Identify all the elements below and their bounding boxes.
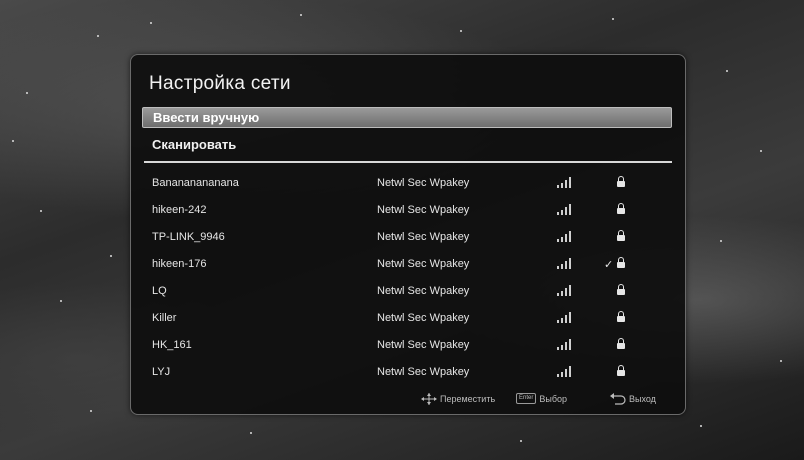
star	[250, 432, 252, 434]
star	[760, 150, 762, 152]
network-name: Killer	[152, 312, 177, 324]
network-name: LQ	[152, 285, 167, 297]
signal-icon	[557, 230, 577, 242]
network-settings-dialog: Настройка сети Ввести вручную Сканироват…	[130, 54, 686, 415]
network-name: HK_161	[152, 339, 192, 351]
star	[780, 360, 782, 362]
network-row[interactable]: Killer Netwl Sec Wpakey	[142, 306, 672, 332]
network-security: Netwl Sec Wpakey	[377, 366, 470, 378]
star	[460, 30, 462, 32]
star	[40, 210, 42, 212]
lock-icon	[617, 203, 625, 214]
network-row[interactable]: HK_161 Netwl Sec Wpakey	[142, 333, 672, 359]
network-security: Netwl Sec Wpakey	[377, 177, 470, 189]
manual-entry-option[interactable]: Ввести вручную	[142, 107, 672, 128]
network-security: Netwl Sec Wpakey	[377, 204, 470, 216]
star	[150, 22, 152, 24]
network-row[interactable]: Banananananana Netwl Sec Wpakey	[142, 171, 672, 197]
network-name: hikeen-242	[152, 204, 207, 216]
star	[520, 440, 522, 442]
network-security: Netwl Sec Wpakey	[377, 312, 470, 324]
lock-icon	[617, 230, 625, 241]
signal-icon	[557, 284, 577, 296]
back-arrow-icon	[610, 393, 626, 405]
star	[700, 425, 702, 427]
signal-icon	[557, 257, 577, 269]
connected-check-icon: ✓	[604, 259, 614, 271]
exit-hint[interactable]: Выход	[608, 393, 656, 405]
select-hint-label: Выбор	[539, 393, 567, 404]
star	[26, 92, 28, 94]
move-arrows-icon	[421, 393, 437, 405]
network-name: Banananananana	[152, 177, 239, 189]
lock-icon	[617, 338, 625, 349]
lock-icon	[617, 365, 625, 376]
lock-icon	[617, 284, 625, 295]
lock-icon	[617, 176, 625, 187]
signal-icon	[557, 203, 577, 215]
network-security: Netwl Sec Wpakey	[377, 339, 470, 351]
network-security: Netwl Sec Wpakey	[377, 285, 470, 297]
move-hint: Переместить	[421, 393, 495, 405]
signal-icon	[557, 365, 577, 377]
star	[726, 70, 728, 72]
lock-icon	[617, 311, 625, 322]
network-name: hikeen-176	[152, 258, 207, 270]
select-hint: Enter Выбор	[516, 393, 567, 404]
dialog-title: Настройка сети	[149, 73, 291, 94]
star	[110, 255, 112, 257]
exit-hint-label: Выход	[629, 394, 656, 404]
network-row[interactable]: hikeen-242 Netwl Sec Wpakey	[142, 198, 672, 224]
network-name: LYJ	[152, 366, 171, 378]
network-row[interactable]: TP-LINK_9946 Netwl Sec Wpakey	[142, 225, 672, 251]
move-hint-label: Переместить	[440, 394, 496, 404]
star	[12, 140, 14, 142]
enter-key-icon: Enter	[516, 393, 537, 404]
signal-icon	[557, 176, 577, 188]
footer-hints: Переместить Enter Выбор Выход	[131, 390, 685, 408]
network-row[interactable]: hikeen-176 Netwl Sec Wpakey ✓	[142, 252, 672, 278]
scan-option[interactable]: Сканировать	[142, 134, 672, 155]
star	[97, 35, 99, 37]
signal-icon	[557, 311, 577, 323]
network-security: Netwl Sec Wpakey	[377, 231, 470, 243]
signal-icon	[557, 338, 577, 350]
star	[612, 18, 614, 20]
star	[90, 410, 92, 412]
network-security: Netwl Sec Wpakey	[377, 258, 470, 270]
star	[720, 240, 722, 242]
star	[300, 14, 302, 16]
network-row[interactable]: LQ Netwl Sec Wpakey	[142, 279, 672, 305]
divider	[144, 161, 672, 163]
network-row[interactable]: LYJ Netwl Sec Wpakey	[142, 360, 672, 386]
star	[60, 300, 62, 302]
network-name: TP-LINK_9946	[152, 231, 225, 243]
lock-icon	[617, 257, 625, 268]
